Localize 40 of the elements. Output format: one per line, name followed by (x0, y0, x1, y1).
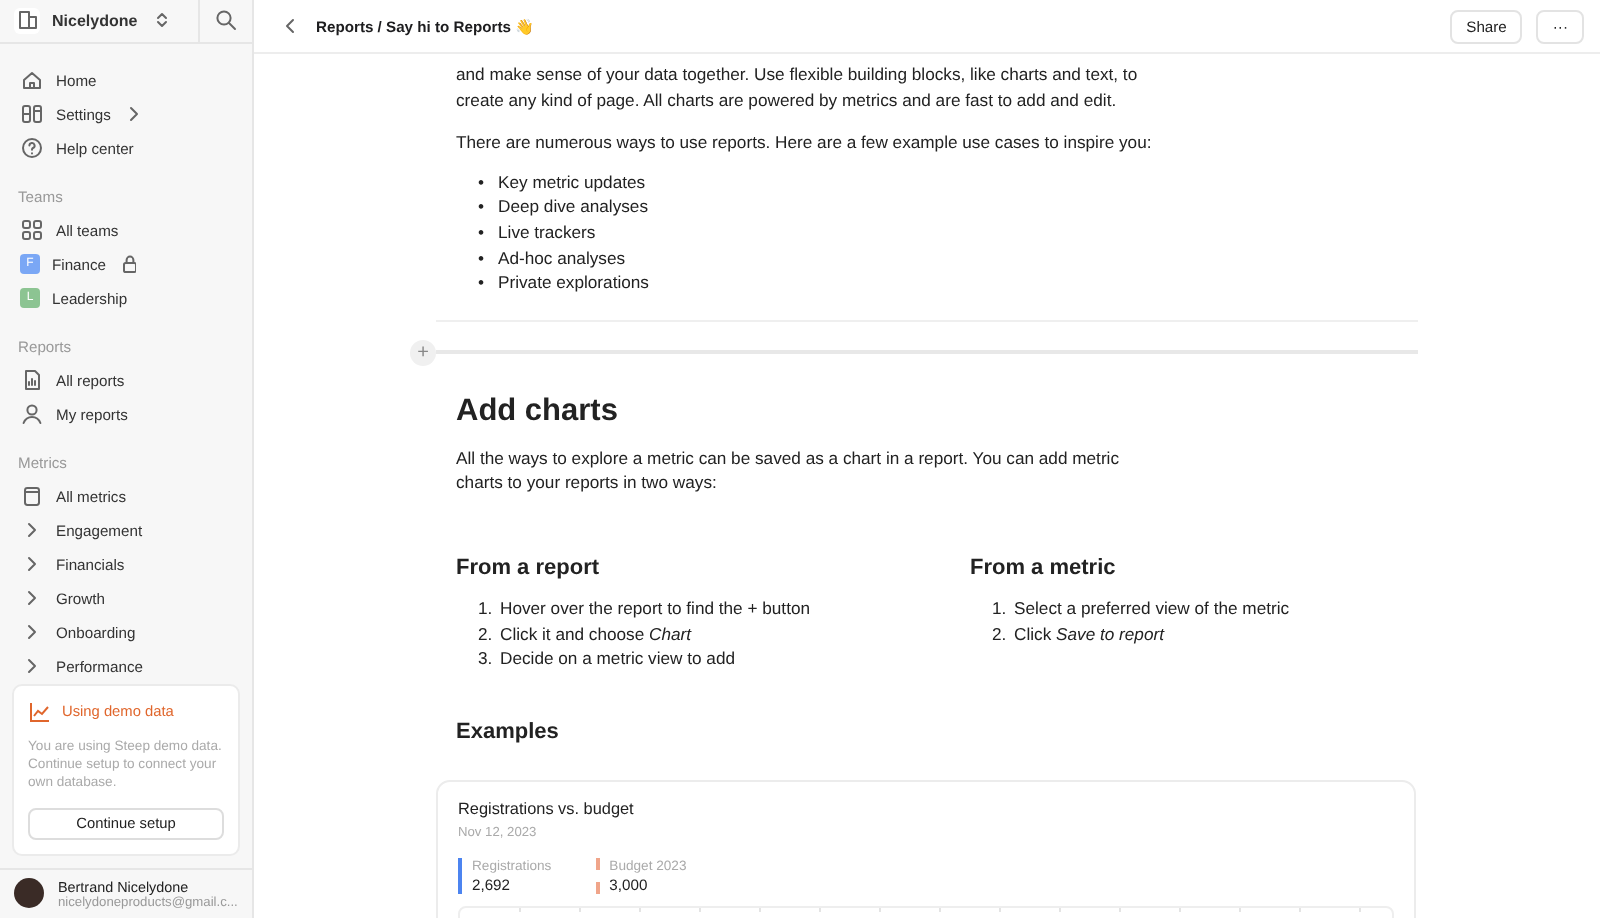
list-item: Live trackers (498, 219, 596, 246)
user-avatar (14, 878, 44, 909)
workspace-switcher[interactable]: Nicelydone (0, 0, 200, 42)
list-item: Hover over the report to find the + button (500, 595, 811, 622)
list-item: Deep dive analyses (498, 194, 649, 220)
bullet-marker: • (478, 270, 487, 296)
list-number: 2. (992, 621, 1009, 647)
paragraph: All the ways to explore a metric can be saved as a chart in a report. You can add metric charts to your reports in two ways: (456, 445, 1122, 496)
paragraph: There are numerous ways to use reports. Here are a few example use cases to inspire you: (456, 130, 1154, 156)
list-number: 1. (478, 595, 495, 622)
cylinder-icon (20, 484, 44, 509)
list-item: Decide on a metric view to add (500, 646, 736, 672)
list-item: Ad-hoc analyses (498, 245, 626, 271)
list-item: Private explorations (498, 270, 649, 296)
workspace-logo (14, 7, 40, 34)
list-item: Key metric updates (498, 169, 646, 195)
bullet-marker: • (478, 169, 487, 195)
bullet-marker: • (478, 194, 487, 220)
line-chart-icon (28, 699, 52, 724)
bullet-marker: • (478, 245, 487, 271)
person-icon (20, 402, 44, 427)
list-item: Click Save to report (1014, 621, 1164, 647)
subheading: From a report (456, 553, 602, 584)
list-number: 1. (992, 595, 1009, 622)
bullet-marker: • (478, 219, 487, 246)
section-heading: Examples (456, 719, 561, 745)
card-title: Registrations vs. budget (458, 798, 636, 823)
subheading: From a metric (970, 553, 1118, 584)
paragraph: and make sense of your data together. Use flexible building blocks, like charts and text, to create any kind of page. All charts are powered by metrics and are fast to add and edit. (456, 62, 1140, 113)
search-icon (214, 8, 238, 33)
help-icon (20, 136, 44, 161)
list-number: 2. (478, 621, 495, 647)
sliders-icon (20, 102, 44, 127)
list-item: Select a preferred view of the metric (1014, 595, 1290, 622)
list-item: Click it and choose Chart (500, 621, 692, 647)
home-icon (20, 68, 44, 93)
section-heading: Add charts (456, 391, 620, 432)
grid-icon (20, 218, 44, 243)
document-icon (20, 368, 44, 393)
list-number: 3. (478, 646, 495, 672)
